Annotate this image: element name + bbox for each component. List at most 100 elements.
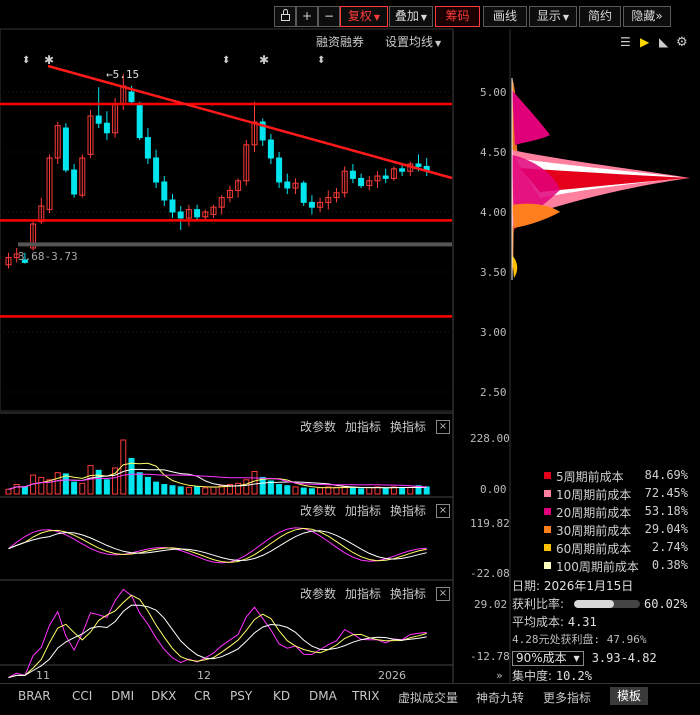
candle-body	[128, 91, 135, 103]
volume-bar	[38, 476, 45, 495]
tab-magic-nine[interactable]: 神奇九转	[476, 689, 524, 706]
candle-body	[399, 168, 406, 172]
chip-distribution	[511, 78, 690, 280]
tab-brar[interactable]: BRAR	[18, 689, 51, 703]
ind2-add-indicator[interactable]: 加指标	[345, 502, 381, 519]
vol-change-param[interactable]: 改参数	[300, 418, 336, 435]
legend-name: 5周期前成本	[556, 470, 624, 484]
info-cost-range: 90%成本 ▼ 3.93-4.82	[512, 649, 700, 667]
tab-psy[interactable]: PSY	[230, 689, 252, 703]
legend-swatch	[544, 508, 551, 515]
legend-row: 100周期前成本 0.38%	[540, 557, 700, 575]
price-tick: 4.50	[480, 146, 507, 159]
ind2-switch-indicator[interactable]: 换指标	[390, 502, 426, 519]
tab-kd[interactable]: KD	[273, 689, 290, 703]
ind3-change-param[interactable]: 改参数	[300, 585, 336, 602]
vol-close-button[interactable]: ×	[436, 420, 450, 434]
ind2-close-button[interactable]: ×	[436, 504, 450, 518]
ind2-change-param[interactable]: 改参数	[300, 502, 336, 519]
legend-swatch	[544, 544, 551, 551]
candle-body	[177, 211, 184, 219]
price-tick: 3.50	[480, 266, 507, 279]
legend-swatch	[544, 490, 551, 497]
volume-bar	[292, 486, 299, 495]
volume-bar	[308, 488, 315, 495]
info-date: 日期: 2026年1月15日	[512, 577, 700, 595]
volume-bar	[276, 484, 283, 495]
volume-bar	[5, 488, 12, 495]
volume-bar	[366, 486, 373, 495]
ind3-switch-indicator[interactable]: 换指标	[390, 585, 426, 602]
candle-body	[382, 175, 389, 179]
ind3-add-indicator[interactable]: 加指标	[345, 585, 381, 602]
date-value: 2026年1月15日	[543, 579, 634, 593]
tab-more-indicators[interactable]: 更多指标	[543, 689, 591, 706]
volume-bar	[243, 479, 250, 495]
legend-name: 10周期前成本	[556, 488, 632, 502]
volume-bar	[317, 487, 324, 495]
avg-cost-label: 平均成本:	[512, 615, 568, 629]
legend-value: 53.18%	[644, 504, 688, 518]
legend-swatch	[544, 562, 551, 569]
legend-name: 30周期前成本	[556, 524, 632, 538]
candle-body	[308, 201, 315, 208]
volume-bar	[407, 486, 414, 495]
ma-setting-dropdown[interactable]: 设置均线 ▼	[385, 33, 441, 50]
scroll-right-icon[interactable]: »	[496, 669, 503, 682]
triangle-icon[interactable]: ◣	[659, 35, 669, 49]
rzrq-button[interactable]: 融资融券	[316, 33, 364, 50]
volume-bar	[169, 485, 176, 495]
volume-bar	[161, 484, 168, 495]
legend-value: 2.74%	[651, 540, 688, 554]
tab-template[interactable]: 模板	[610, 687, 649, 705]
tab-dkx[interactable]: DKX	[151, 689, 176, 703]
marker-diamond-icon: ⬍	[317, 55, 325, 66]
cost-select[interactable]: 90%成本 ▼	[512, 651, 584, 666]
gear-icon[interactable]: ⚙	[676, 35, 688, 50]
tab-dmi[interactable]: DMI	[111, 689, 134, 703]
legend-swatch	[544, 472, 551, 479]
tab-virtual-volume[interactable]: 虚拟成交量	[398, 689, 458, 706]
candle-body	[194, 209, 201, 218]
candle-body	[276, 157, 283, 183]
date-label: 日期:	[512, 579, 544, 593]
legend-name: 20周期前成本	[556, 506, 632, 520]
marker-star-icon: ✱	[44, 53, 54, 67]
candle-body	[62, 127, 69, 171]
tab-trix[interactable]: TRIX	[352, 689, 379, 703]
vol-axis-top: 228.00	[470, 432, 510, 445]
vol-add-indicator[interactable]: 加指标	[345, 418, 381, 435]
tab-dma[interactable]: DMA	[309, 689, 337, 703]
candle-body	[358, 177, 365, 187]
tab-cr[interactable]: CR	[194, 689, 211, 703]
profit-bar-fill	[574, 600, 614, 608]
legend-row: 30周期前成本 29.04%	[540, 521, 700, 539]
chip-info: 日期: 2026年1月15日 获利比率: 60.02% 平均成本: 4.31 4…	[512, 577, 700, 685]
volume-bar	[284, 485, 291, 495]
vol-switch-indicator[interactable]: 换指标	[390, 418, 426, 435]
volume-bar	[62, 473, 69, 495]
volume-bar	[300, 487, 307, 495]
candle-body	[103, 122, 110, 134]
indicator3-line-magenta	[8, 588, 427, 678]
legend-name: 100周期前成本	[556, 560, 639, 574]
marker-diamond-icon: ⬍	[22, 55, 30, 66]
price-tick: 3.00	[480, 326, 507, 339]
candle-body	[415, 163, 422, 167]
tab-cci[interactable]: CCI	[72, 689, 92, 703]
legend-swatch	[544, 526, 551, 533]
volume-bar	[358, 488, 365, 495]
legend-row: 60周期前成本 2.74%	[540, 539, 700, 557]
legend-name: 60周期前成本	[556, 542, 632, 556]
candle-body	[267, 139, 274, 159]
ind3-close-button[interactable]: ×	[436, 587, 450, 601]
chip-legend: 5周期前成本 84.69% 10周期前成本 72.45% 20周期前成本 53.18%…	[540, 467, 700, 575]
concentration-label: 集中度:	[512, 669, 556, 683]
indicator-tabs: BRAR CCI DMI DKX CR PSY KD DMA TRIX 虚拟成交…	[0, 683, 700, 715]
downtrend-line[interactable]	[47, 64, 453, 180]
candle-body	[300, 182, 307, 203]
vol-axis-zero: 0.00	[480, 483, 507, 496]
volume-bar	[202, 487, 209, 495]
volume-bar	[136, 472, 143, 495]
flag-icon[interactable]: ▶	[640, 35, 650, 49]
